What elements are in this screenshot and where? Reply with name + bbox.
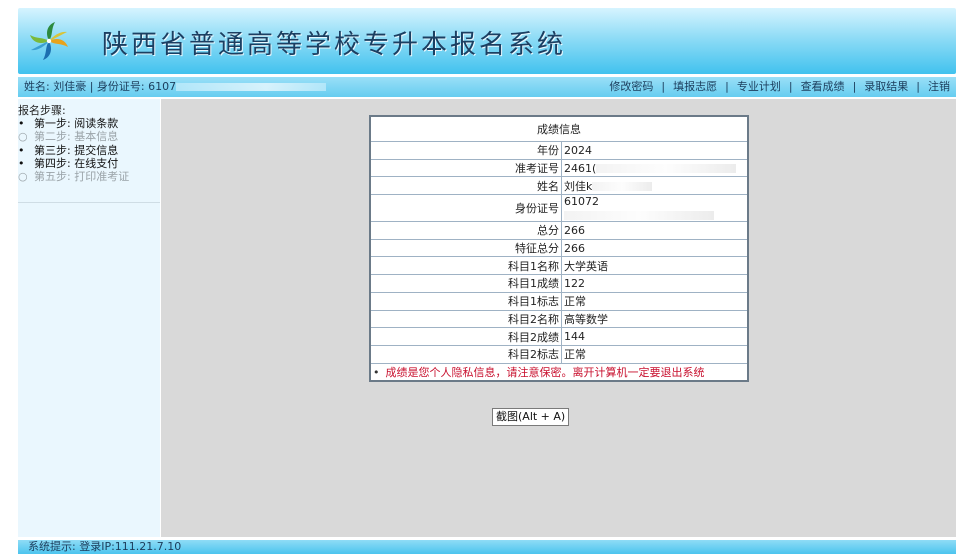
- id-value: 6107: [148, 80, 177, 93]
- redaction-mask: [564, 210, 714, 220]
- table-row: 总分 266: [369, 221, 749, 240]
- score-table: 成绩信息 年份 2024 准考证号 2461( 姓名 刘佳k 身份证号 61072 总分…: [369, 115, 749, 383]
- step-5: ○ 第五步: 打印准考证: [18, 170, 129, 183]
- nav-view-scores[interactable]: 查看成绩: [801, 80, 845, 93]
- nav-logout[interactable]: 注销: [928, 80, 950, 93]
- step-1[interactable]: • 第一步: 阅读条款: [18, 117, 129, 130]
- id-label: | 身份证号:: [89, 80, 145, 93]
- row-label: 姓名: [369, 176, 562, 196]
- row-value: 144: [561, 327, 749, 346]
- privacy-note: • 成绩是您个人隐私信息，请注意保密。离开计算机一定要退出系统: [369, 362, 749, 382]
- row-value: 正常: [561, 291, 749, 311]
- bullet-icon: •: [18, 156, 25, 170]
- nav-major-plan[interactable]: 专业计划: [737, 80, 781, 93]
- step-4[interactable]: • 第四步: 在线支付: [18, 157, 129, 170]
- table-row: 年份 2024: [369, 141, 749, 160]
- steps-title: 报名步骤:: [18, 104, 66, 117]
- table-row: 身份证号 61072: [369, 194, 749, 223]
- step-label: 第一步: 阅读条款: [34, 117, 119, 130]
- row-value: 大学英语: [561, 256, 749, 276]
- header-banner: 陕西省普通高等学校专升本报名系统: [18, 8, 956, 74]
- page-title: 陕西省普通高等学校专升本报名系统: [102, 30, 567, 60]
- row-label: 总分: [369, 221, 562, 240]
- screenshot-button[interactable]: 截图(Alt + A): [492, 408, 570, 426]
- row-value: 刘佳k: [564, 179, 593, 193]
- row-value: 正常: [561, 344, 749, 364]
- row-label: 科目1成绩: [369, 274, 562, 293]
- row-value-masked: 61072: [561, 194, 749, 223]
- name-value: 刘佳豪: [53, 80, 87, 93]
- row-label: 科目2标志: [369, 344, 562, 364]
- privacy-note-row: • 成绩是您个人隐私信息，请注意保密。离开计算机一定要退出系统: [369, 362, 749, 382]
- redaction-mask: [596, 164, 737, 174]
- top-nav: 修改密码 | 填报志愿 | 专业计划 | 查看成绩 | 录取结果 | 注销: [609, 80, 950, 93]
- bullet-icon: •: [18, 117, 25, 130]
- row-value: 266: [561, 221, 749, 240]
- name-label: 姓名:: [24, 80, 50, 93]
- step-label: 第四步: 在线支付: [34, 156, 119, 170]
- table-row: 科目2标志 正常: [369, 344, 749, 364]
- row-value: 高等数学: [561, 309, 749, 329]
- step-label: 第五步: 打印准考证: [34, 170, 130, 184]
- bullet-icon: •: [18, 143, 25, 157]
- hollow-bullet-icon: ○: [18, 130, 28, 144]
- nav-admission-results[interactable]: 录取结果: [864, 80, 908, 93]
- row-value: 61072: [564, 195, 599, 209]
- sidebar: 报名步骤: • 第一步: 阅读条款 ○ 第二步: 基本信息 • 第三步: 提交信息 •…: [18, 99, 160, 537]
- row-label: 准考证号: [369, 158, 562, 178]
- row-value-masked: 刘佳k: [561, 176, 749, 196]
- bullet-icon: •: [373, 365, 380, 379]
- row-value: 2461(: [564, 161, 597, 175]
- table-row: 准考证号 2461(: [369, 158, 749, 178]
- row-label: 科目2名称: [369, 309, 562, 329]
- user-info: 姓名: 刘佳豪 | 身份证号: 6107: [24, 77, 327, 97]
- table-row: 科目1标志 正常: [369, 291, 749, 311]
- step-3[interactable]: • 第三步: 提交信息: [18, 144, 129, 157]
- hollow-bullet-icon: ○: [18, 170, 28, 184]
- score-table-header: 成绩信息: [369, 115, 749, 142]
- pinwheel-logo-icon: [30, 22, 68, 60]
- row-label: 身份证号: [369, 194, 562, 223]
- step-label: 第二步: 基本信息: [34, 130, 119, 144]
- redaction-mask: [176, 83, 327, 91]
- table-row: 姓名 刘佳k: [369, 176, 749, 196]
- table-row: 特征总分 266: [369, 238, 749, 258]
- row-value-masked: 2461(: [561, 158, 749, 178]
- table-row: 科目1名称 大学英语: [369, 256, 749, 276]
- nav-fill-preferences[interactable]: 填报志愿: [673, 80, 717, 93]
- row-value: 266: [561, 238, 749, 258]
- divider: [18, 202, 160, 203]
- row-label: 科目1名称: [369, 256, 562, 276]
- step-2: ○ 第二步: 基本信息: [18, 130, 129, 143]
- main-content: 成绩信息 年份 2024 准考证号 2461( 姓名 刘佳k 身份证号 61072 总分…: [161, 99, 956, 537]
- row-label: 科目2成绩: [369, 327, 562, 346]
- row-value: 2024: [561, 141, 749, 160]
- table-row: 科目1成绩 122: [369, 274, 749, 293]
- user-info-bar: 姓名: 刘佳豪 | 身份证号: 6107 修改密码 | 填报志愿 | 专业计划 | 查看成绩…: [18, 77, 956, 97]
- row-label: 年份: [369, 141, 562, 160]
- footer-text: 系统提示: 登录IP:111.21.7.10: [28, 540, 182, 553]
- step-label: 第三步: 提交信息: [34, 143, 119, 157]
- redaction-mask: [592, 182, 653, 192]
- row-label: 特征总分: [369, 238, 562, 258]
- table-row: 科目2成绩 144: [369, 327, 749, 346]
- nav-change-password[interactable]: 修改密码: [609, 80, 653, 93]
- row-value: 122: [561, 274, 749, 293]
- table-row: 科目2名称 高等数学: [369, 309, 749, 329]
- steps-list: • 第一步: 阅读条款 ○ 第二步: 基本信息 • 第三步: 提交信息 • 第四步: 在…: [18, 117, 129, 183]
- privacy-note-text: 成绩是您个人隐私信息，请注意保密。离开计算机一定要退出系统: [385, 365, 705, 379]
- row-label: 科目1标志: [369, 291, 562, 311]
